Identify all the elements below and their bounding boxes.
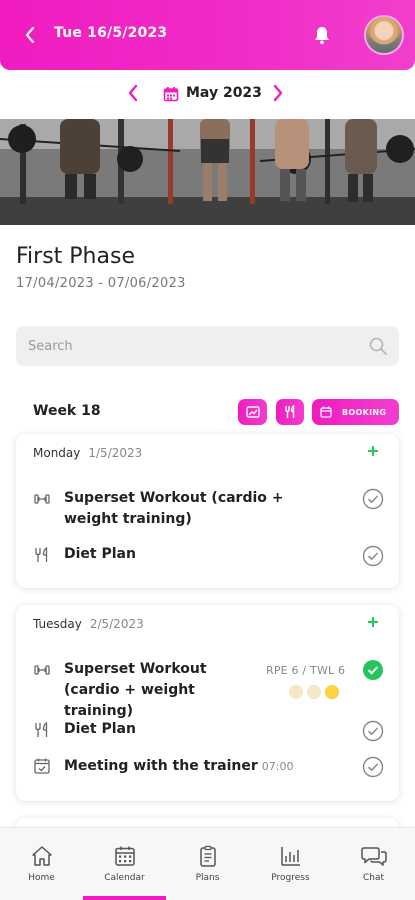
- add-icon[interactable]: [366, 615, 380, 629]
- checked-circle-icon[interactable]: [362, 659, 384, 681]
- chart-icon: [245, 406, 260, 418]
- search-placeholder: Search: [28, 339, 73, 354]
- bell-icon: [315, 27, 329, 45]
- gym-hero-image: [0, 119, 415, 225]
- week-diet-button[interactable]: [276, 399, 304, 425]
- day-date: 1/5/2023: [88, 446, 143, 460]
- plans-icon: [199, 845, 216, 867]
- month-navigator: May 2023: [0, 80, 415, 108]
- meeting-title: Meeting with the trainer: [64, 758, 258, 774]
- nav-label: Chat: [362, 873, 385, 883]
- nav-plans[interactable]: Plans: [166, 828, 249, 900]
- day-card-monday: Monday 1/5/2023 Superset Workout (cardio …: [16, 434, 399, 588]
- workout-item-label[interactable]: Superset Workout (cardio + weight traini…: [64, 488, 339, 530]
- day-date: 2/5/2023: [89, 617, 144, 631]
- phase-dates: 17/04/2023 - 07/06/2023: [16, 276, 186, 291]
- nav-chat[interactable]: Chat: [332, 828, 415, 900]
- calendar-icon: [320, 406, 332, 418]
- unchecked-circle-icon[interactable]: [362, 720, 384, 742]
- bottom-navigation: Home Calendar Plans Progress Chat: [0, 827, 415, 900]
- next-month-button[interactable]: [272, 84, 288, 104]
- nav-label: Calendar: [104, 873, 145, 883]
- fork-knife-icon: [35, 546, 48, 562]
- emoji-faded-icon: [289, 685, 303, 699]
- day-header: Tuesday 2/5/2023: [33, 617, 144, 631]
- month-label: May 2023: [186, 85, 262, 101]
- week-chart-button[interactable]: [238, 399, 267, 425]
- day-header: Monday 1/5/2023: [33, 446, 142, 460]
- calendar-check-icon: [34, 758, 50, 774]
- active-tab-indicator: [83, 896, 166, 900]
- mood-emojis: [289, 685, 339, 699]
- dumbbell-icon: [34, 494, 50, 504]
- nav-home[interactable]: Home: [0, 828, 83, 900]
- nav-label: Home: [28, 873, 55, 883]
- nav-progress[interactable]: Progress: [249, 828, 332, 900]
- nav-label: Progress: [271, 873, 310, 883]
- smiley-emoji-icon: [325, 685, 339, 699]
- avatar[interactable]: [364, 15, 404, 55]
- booking-label: BOOKING: [342, 407, 387, 417]
- chat-icon: [360, 847, 387, 866]
- day-card-tuesday: Tuesday 2/5/2023 Superset Workout (cardio…: [16, 605, 399, 801]
- diet-plan-label[interactable]: Diet Plan: [64, 544, 136, 565]
- app-header: Tue 16/5/2023: [0, 0, 415, 70]
- previous-month-button[interactable]: [127, 84, 143, 104]
- search-input[interactable]: Search: [16, 326, 399, 366]
- diet-plan-label[interactable]: Diet Plan: [64, 719, 136, 740]
- calendar-icon: [114, 846, 135, 866]
- meeting-item-label[interactable]: Meeting with the trainer 07:00: [64, 756, 293, 777]
- unchecked-circle-icon[interactable]: [362, 545, 384, 567]
- add-icon[interactable]: [366, 444, 380, 458]
- header-date: Tue 16/5/2023: [54, 25, 168, 41]
- workout-item-label[interactable]: Superset Workout (cardio + weight traini…: [64, 659, 264, 722]
- booking-button[interactable]: BOOKING: [312, 399, 399, 425]
- meeting-time: 07:00: [261, 760, 294, 773]
- week-label: Week 18: [33, 403, 101, 419]
- unchecked-circle-icon[interactable]: [362, 488, 384, 510]
- dumbbell-icon: [34, 665, 50, 675]
- calendar-icon: [163, 87, 179, 102]
- nav-calendar[interactable]: Calendar: [83, 828, 166, 900]
- day-name: Tuesday: [33, 617, 82, 631]
- search-icon[interactable]: [368, 336, 388, 356]
- chevron-right-icon: [273, 84, 283, 102]
- unchecked-circle-icon[interactable]: [362, 756, 384, 778]
- rpe-badge: RPE 6 / TWL 6: [266, 664, 346, 677]
- fork-knife-icon: [35, 721, 48, 737]
- fork-knife-icon: [285, 405, 295, 418]
- home-icon: [31, 846, 52, 866]
- chevron-left-icon: [128, 84, 138, 102]
- nav-label: Plans: [195, 873, 220, 883]
- day-name: Monday: [33, 446, 81, 460]
- notifications-button[interactable]: [311, 24, 333, 46]
- emoji-faded-icon: [307, 685, 321, 699]
- phase-title: First Phase: [16, 244, 135, 269]
- chevron-left-icon: [25, 27, 35, 43]
- back-button[interactable]: [20, 24, 40, 46]
- progress-chart-icon: [280, 847, 300, 866]
